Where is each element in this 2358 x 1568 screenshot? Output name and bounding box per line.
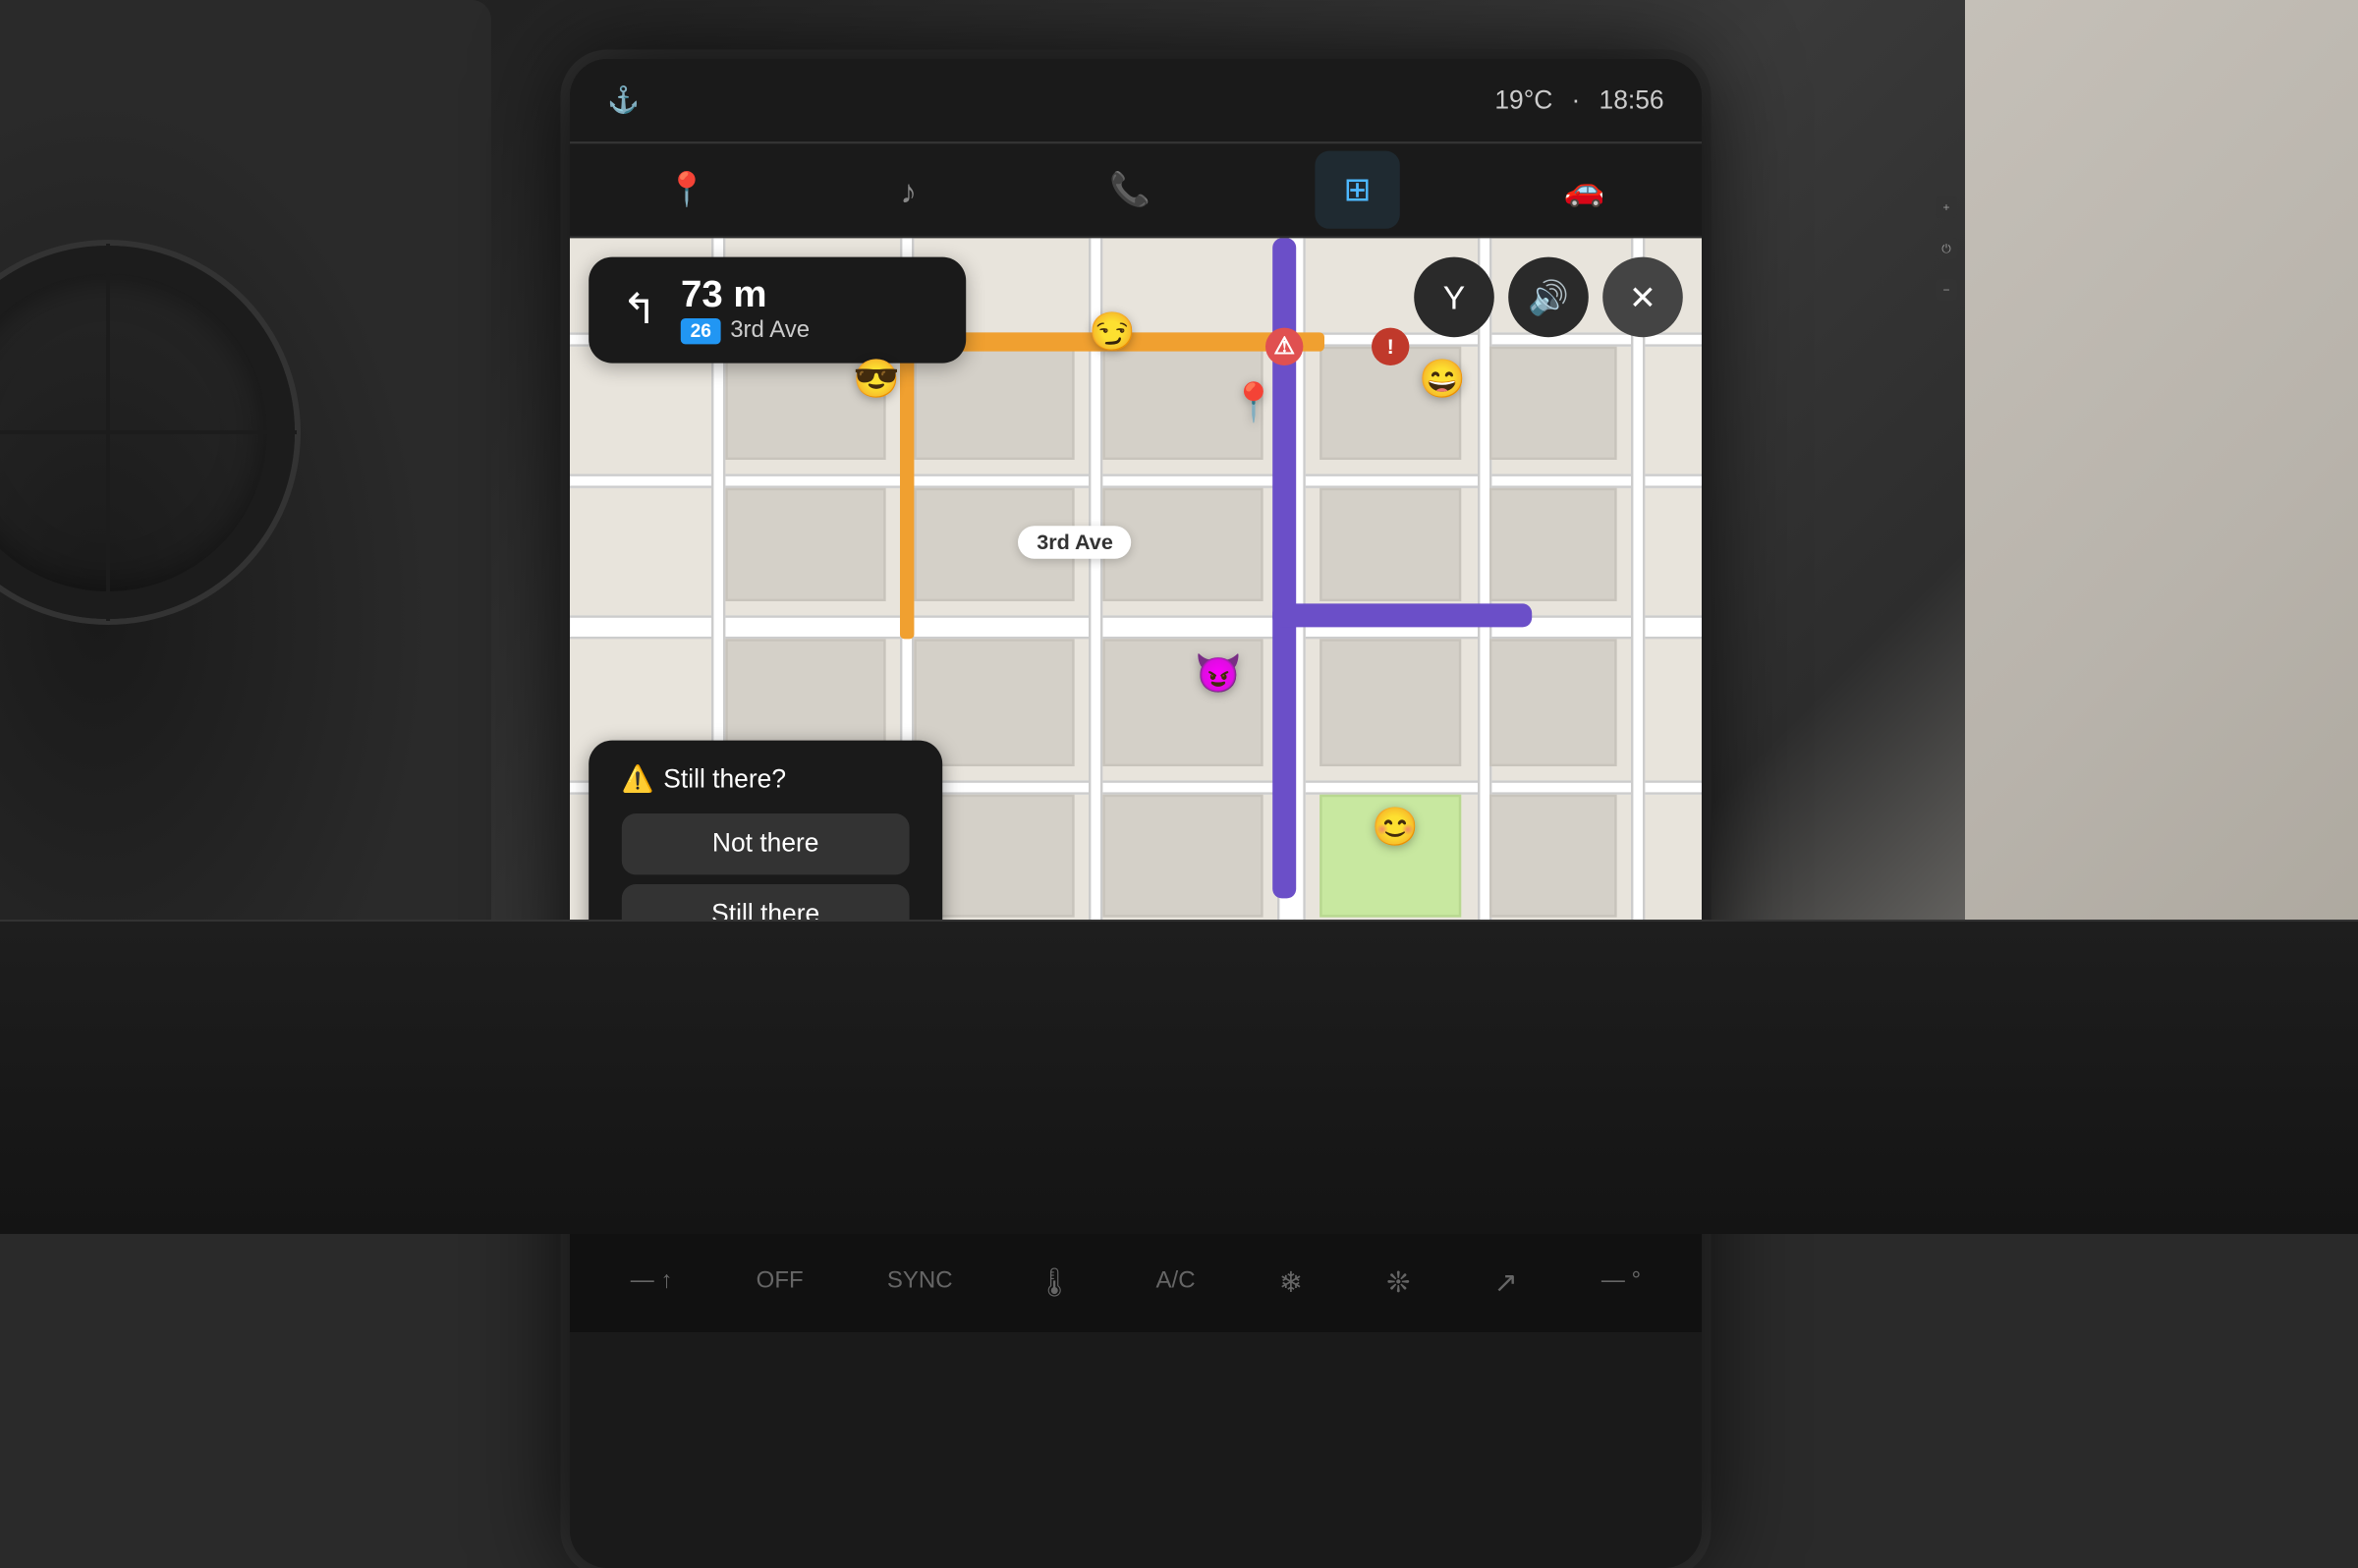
sys-icon-1: — ↑ <box>631 1268 673 1294</box>
power-button[interactable]: ⏻ <box>1936 238 1957 259</box>
road-name: 3rd Ave <box>730 318 810 344</box>
sys-fan-icon: ❄ <box>1279 1265 1303 1299</box>
steering-wheel <box>0 246 295 619</box>
sys-heat-icon: ❊ <box>1386 1265 1410 1299</box>
block18 <box>1102 795 1263 918</box>
sys-off: OFF <box>757 1268 804 1294</box>
status-left: ⚓ <box>607 84 640 115</box>
tab-phone[interactable]: 📞 <box>1082 151 1179 229</box>
waze-emoji-1: 😎 <box>853 356 900 403</box>
sys-arrow-icon: ↗ <box>1493 1265 1517 1299</box>
waze-emoji-3: 😄 <box>1419 356 1466 403</box>
sys-dash: — ° <box>1601 1268 1641 1294</box>
block10 <box>1489 488 1617 601</box>
road-badge: 26 3rd Ave <box>681 318 810 344</box>
car-interior: + ⏻ − ⚓ 19°C · 18:56 📍 ♪ 📞 ⊞ 🚗 <box>0 0 2358 1234</box>
block5 <box>1489 347 1617 460</box>
bluetooth-icon: ⚓ <box>607 84 640 115</box>
infotainment-screen: ⚓ 19°C · 18:56 📍 ♪ 📞 ⊞ 🚗 <box>570 59 1702 1568</box>
tab-music[interactable]: ♪ <box>871 152 944 228</box>
dashboard <box>0 920 2358 1234</box>
map-controls: Y 🔊 ✕ <box>1414 257 1683 338</box>
waze-emoji-4: 😈 <box>1195 650 1242 698</box>
street-label-3rd-ave: 3rd Ave <box>1018 526 1132 559</box>
block12 <box>914 639 1074 766</box>
traffic-incident-2: ! <box>1372 328 1409 365</box>
physical-buttons: + ⏻ − <box>1936 196 1957 301</box>
road-number: 26 <box>681 318 721 344</box>
minus-button[interactable]: − <box>1936 279 1957 301</box>
traffic-incident-1: ⚠ <box>1265 328 1303 365</box>
road-h2 <box>570 474 1702 487</box>
block9 <box>1319 488 1461 601</box>
block19 <box>1489 795 1617 918</box>
tab-car[interactable]: 🚗 <box>1536 151 1633 229</box>
block14 <box>1319 639 1461 766</box>
block15 <box>1489 639 1617 766</box>
sys-sync[interactable]: SYNC <box>887 1268 953 1294</box>
time-separator: · <box>1572 86 1581 115</box>
status-right: 19°C · 18:56 <box>1494 86 1663 115</box>
system-bar: — ↑ OFF SYNC 🌡 A/C ❄ ❊ ↗ — ° <box>570 1228 1702 1332</box>
y-button[interactable]: Y <box>1414 257 1494 338</box>
waze-pin: 📍 <box>1230 379 1277 426</box>
tab-location[interactable]: 📍 <box>638 151 735 229</box>
waze-emoji-5: 😊 <box>1372 804 1419 851</box>
tab-apps[interactable]: ⊞ <box>1316 151 1400 229</box>
sys-ac[interactable]: A/C <box>1156 1268 1196 1294</box>
hazard-title-text: Still there? <box>663 765 786 794</box>
route-horizontal <box>1272 603 1532 627</box>
block2 <box>914 347 1074 460</box>
hazard-title: ⚠️ Still there? <box>622 764 910 795</box>
orange-road-v <box>900 332 914 639</box>
distance-value: 73 m <box>681 276 810 318</box>
block6 <box>725 488 885 601</box>
nav-instruction: ↰ 73 m 26 3rd Ave <box>589 257 966 364</box>
navigation-tabs: 📍 ♪ 📞 ⊞ 🚗 <box>570 143 1702 238</box>
road-h3-main <box>570 615 1702 639</box>
sys-temp-icon: 🌡 <box>1037 1265 1073 1299</box>
turn-icon: ↰ <box>622 285 657 334</box>
plus-button[interactable]: + <box>1936 196 1957 218</box>
not-there-button[interactable]: Not there <box>622 813 910 874</box>
status-bar: ⚓ 19°C · 18:56 <box>570 59 1702 143</box>
temperature: 19°C <box>1494 86 1552 115</box>
clock: 18:56 <box>1600 86 1664 115</box>
hazard-icon: ⚠️ <box>622 764 654 795</box>
volume-button[interactable]: 🔊 <box>1508 257 1589 338</box>
waze-emoji-2: 😏 <box>1089 308 1136 356</box>
nav-distance: 73 m 26 3rd Ave <box>681 276 810 345</box>
close-button[interactable]: ✕ <box>1602 257 1683 338</box>
